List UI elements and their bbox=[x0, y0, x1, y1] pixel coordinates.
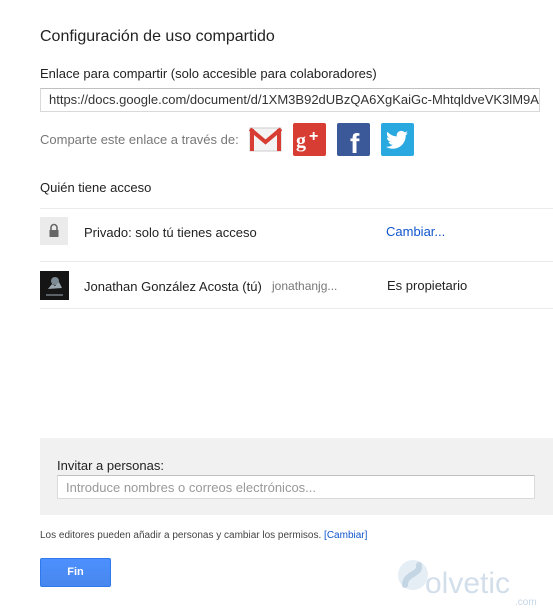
collaborator-email: jonathanjg... bbox=[272, 279, 338, 293]
svg-text:olvetic: olvetic bbox=[425, 567, 510, 600]
done-button[interactable]: Fin bbox=[40, 558, 111, 587]
divider bbox=[40, 261, 553, 262]
watermark-logo-icon: olvetic .com bbox=[398, 560, 537, 608]
collaborator-role: Es propietario bbox=[387, 278, 468, 293]
twitter-icon bbox=[386, 130, 408, 149]
invite-input[interactable] bbox=[57, 475, 535, 499]
lock-box bbox=[40, 217, 68, 245]
invite-label: Invitar a personas: bbox=[57, 458, 164, 473]
divider bbox=[40, 308, 553, 309]
avatar-image bbox=[40, 271, 69, 300]
share-via-label: Comparte este enlace a través de: bbox=[40, 132, 239, 147]
avatar bbox=[40, 271, 69, 300]
gmail-icon bbox=[248, 127, 283, 152]
lock-icon bbox=[49, 223, 59, 237]
svg-text:g: g bbox=[296, 130, 306, 152]
share-link-label: Enlace para compartir (solo accesible pa… bbox=[40, 66, 377, 81]
privacy-status-text: Privado: solo tú tienes acceso bbox=[84, 225, 257, 240]
svg-text:f: f bbox=[350, 128, 360, 156]
google-plus-share-button[interactable]: g + bbox=[293, 123, 326, 156]
gmail-share-button[interactable] bbox=[248, 123, 283, 156]
collaborator-name: Jonathan González Acosta (tú) bbox=[84, 279, 262, 294]
who-has-access-label: Quién tiene acceso bbox=[40, 180, 152, 195]
divider bbox=[40, 208, 553, 209]
google-plus-icon: g + bbox=[296, 128, 318, 152]
share-settings-title: Configuración de uso compartido bbox=[40, 28, 275, 45]
twitter-share-button[interactable] bbox=[381, 123, 414, 156]
permissions-note-text: Los editores pueden añadir a personas y … bbox=[40, 530, 322, 541]
share-url-input[interactable]: https://docs.google.com/document/d/1XM3B… bbox=[40, 88, 540, 112]
facebook-icon: f bbox=[350, 128, 360, 159]
change-visibility-link[interactable]: Cambiar... bbox=[386, 224, 445, 239]
watermark: olvetic .com bbox=[395, 553, 545, 616]
change-permissions-link[interactable]: [Cambiar] bbox=[324, 530, 367, 541]
svg-text:.com: .com bbox=[515, 597, 537, 608]
permissions-note: Los editores pueden añadir a personas y … bbox=[40, 530, 367, 541]
facebook-share-button[interactable]: f bbox=[337, 123, 370, 159]
svg-text:+: + bbox=[309, 128, 318, 145]
